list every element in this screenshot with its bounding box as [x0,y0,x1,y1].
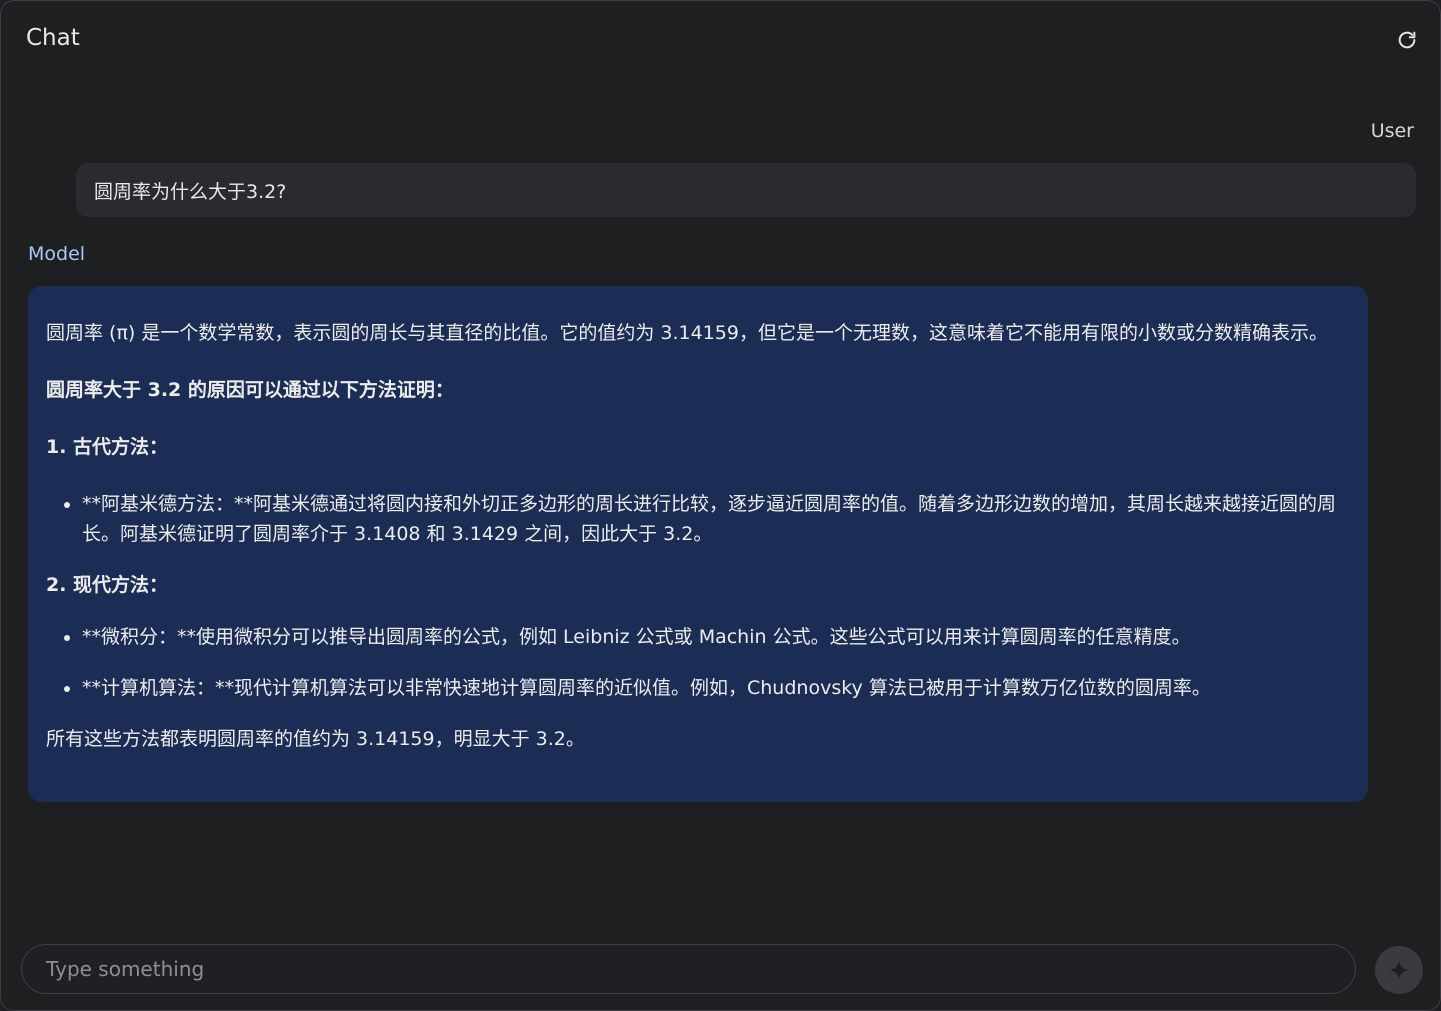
chat-window: Chat User 圆周率为什么大于3.2? Model 圆周率 (π) 是一个… [0,0,1441,1011]
refresh-button[interactable] [1394,27,1420,53]
user-role-label: User [1370,120,1414,142]
model-conclusion: 所有这些方法都表明圆周率的值约为 3.14159，明显大于 3.2。 [46,728,585,750]
page-title: Chat [26,25,80,51]
model-heading: 圆周率大于 3.2 的原因可以通过以下方法证明： [46,379,454,401]
refresh-icon [1398,31,1416,49]
list-item: **阿基米德方法：**阿基米德通过将圆内接和外切正多边形的周长进行比较，逐步逼近… [82,489,1350,549]
model-role-label: Model [28,243,86,265]
model-intro-paragraph: 圆周率 (π) 是一个数学常数，表示圆的周长与其直径的比值。它的值约为 3.14… [46,322,1328,344]
message-input[interactable] [46,945,1331,993]
list-item: **计算机算法：**现代计算机算法可以非常快速地计算圆周率的近似值。例如，Chu… [82,673,1350,703]
list-item: **微积分：**使用微积分可以推导出圆周率的公式，例如 Leibniz 公式或 … [82,622,1350,652]
message-composer [21,944,1356,994]
user-message-bubble: 圆周率为什么大于3.2? [76,163,1416,217]
section-title-modern: 2. 现代方法： [46,574,169,596]
user-message-text: 圆周率为什么大于3.2? [94,181,287,203]
modern-methods-list: **微积分：**使用微积分可以推导出圆周率的公式，例如 Leibniz 公式或 … [82,622,1350,703]
send-button[interactable] [1375,946,1423,994]
section-title-ancient: 1. 古代方法： [46,436,169,458]
sparkle-icon [1389,960,1409,980]
model-message-bubble: 圆周率 (π) 是一个数学常数，表示圆的周长与其直径的比值。它的值约为 3.14… [28,286,1368,802]
ancient-methods-list: **阿基米德方法：**阿基米德通过将圆内接和外切正多边形的周长进行比较，逐步逼近… [82,489,1350,549]
